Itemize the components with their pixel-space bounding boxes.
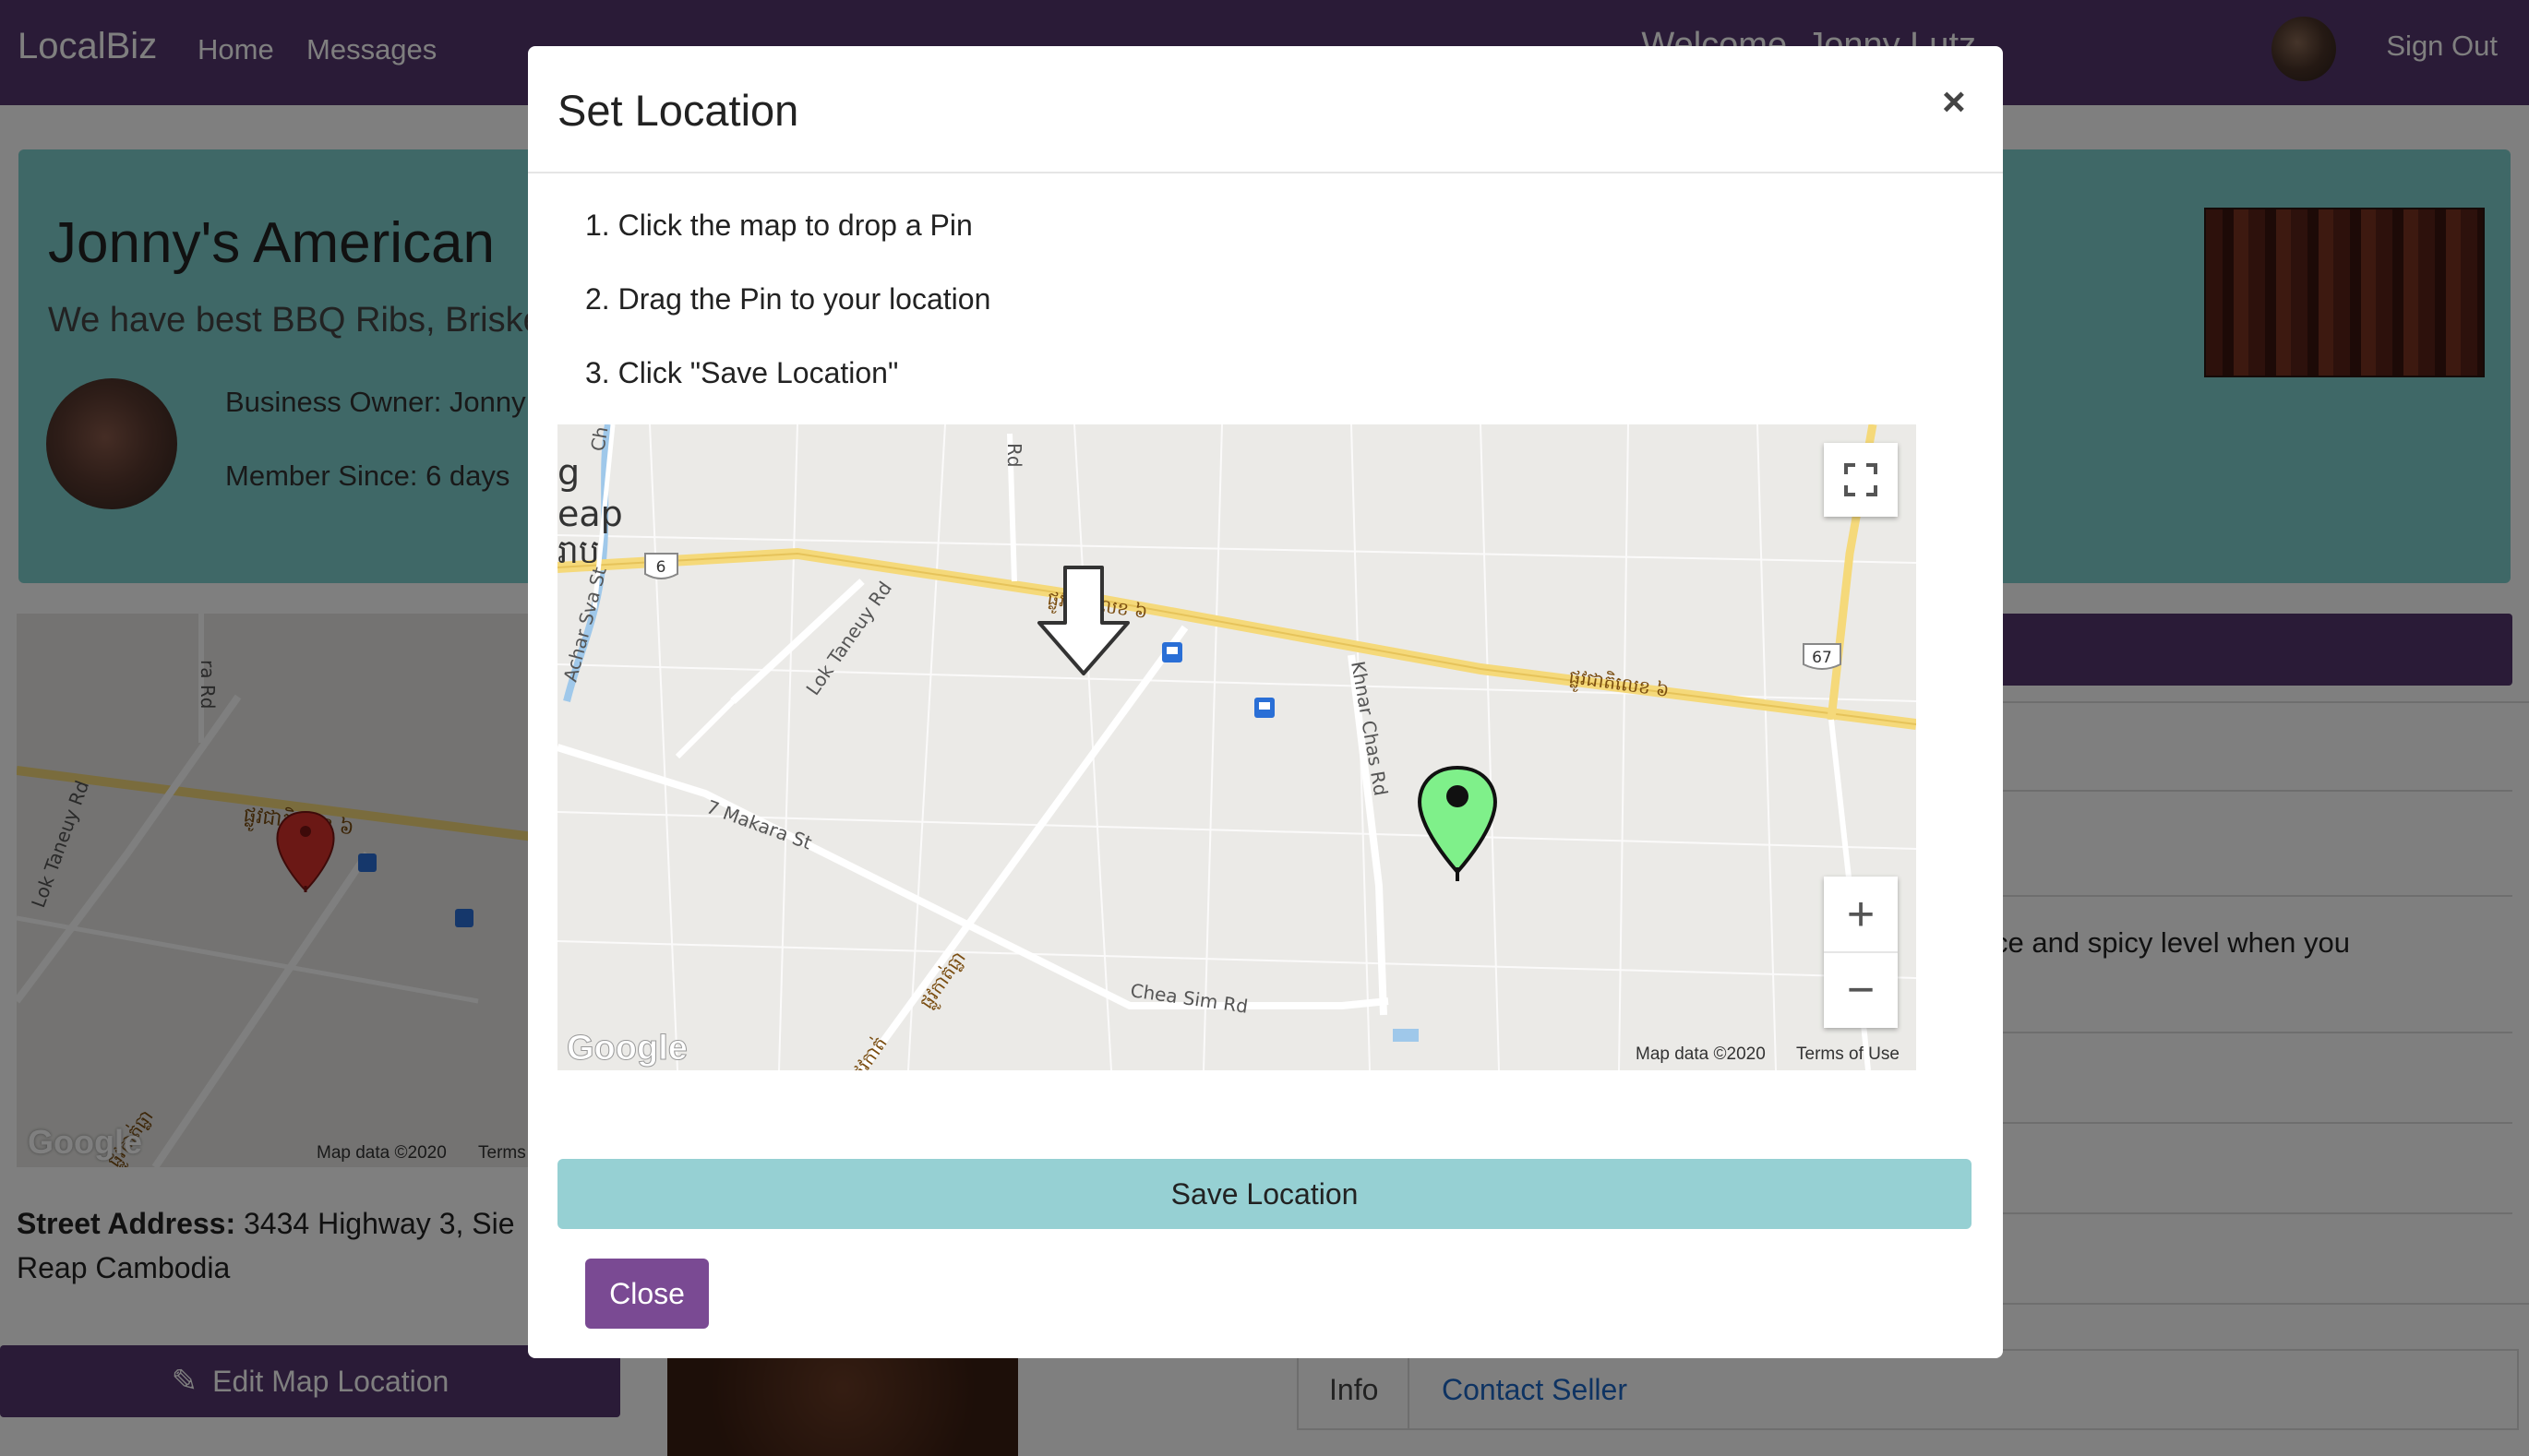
highway-6-label: 6 (656, 558, 666, 577)
close-icon[interactable]: × (1942, 79, 1966, 125)
step-3: 3. Click "Save Location" (585, 356, 899, 389)
highway-67-shield-icon: 67 (1803, 643, 1841, 670)
bus-stop-icon (1162, 642, 1182, 662)
modal-title: Set Location (557, 86, 799, 135)
highway-6-shield-icon: 6 (644, 553, 678, 579)
step-1: 1. Click the map to drop a Pin (585, 209, 973, 242)
close-button[interactable]: Close (585, 1259, 709, 1329)
map-attribution: Map data ©2020 (1636, 1044, 1766, 1064)
map-city-label-eap: eap (557, 494, 623, 534)
fullscreen-button[interactable] (1824, 443, 1898, 517)
location-map-roads: 6 67 g eap រាប Ch Rd Achar Sva St Lok Ta… (557, 424, 1916, 1070)
save-location-button[interactable]: Save Location (557, 1159, 1972, 1229)
map-city-label-khmer: រាប (557, 533, 600, 571)
zoom-out-button[interactable]: − (1824, 953, 1898, 1027)
zoom-controls: + − (1824, 877, 1898, 1028)
step-2: 2. Drag the Pin to your location (585, 282, 991, 316)
bus-stop-icon (1254, 698, 1275, 718)
modal-header-divider (528, 172, 2003, 173)
highway-67-label: 67 (1812, 649, 1832, 667)
fullscreen-icon (1844, 463, 1877, 496)
map-label-ch: Ch (586, 424, 612, 452)
map-label-rd: Rd (1003, 443, 1025, 468)
location-map[interactable]: 6 67 g eap រាប Ch Rd Achar Sva St Lok Ta… (557, 424, 1916, 1070)
map-google-logo: Google (567, 1029, 688, 1068)
map-city-label-g: g (557, 452, 580, 493)
map-terms-link[interactable]: Terms of Use (1796, 1044, 1900, 1064)
zoom-in-button[interactable]: + (1824, 877, 1898, 953)
